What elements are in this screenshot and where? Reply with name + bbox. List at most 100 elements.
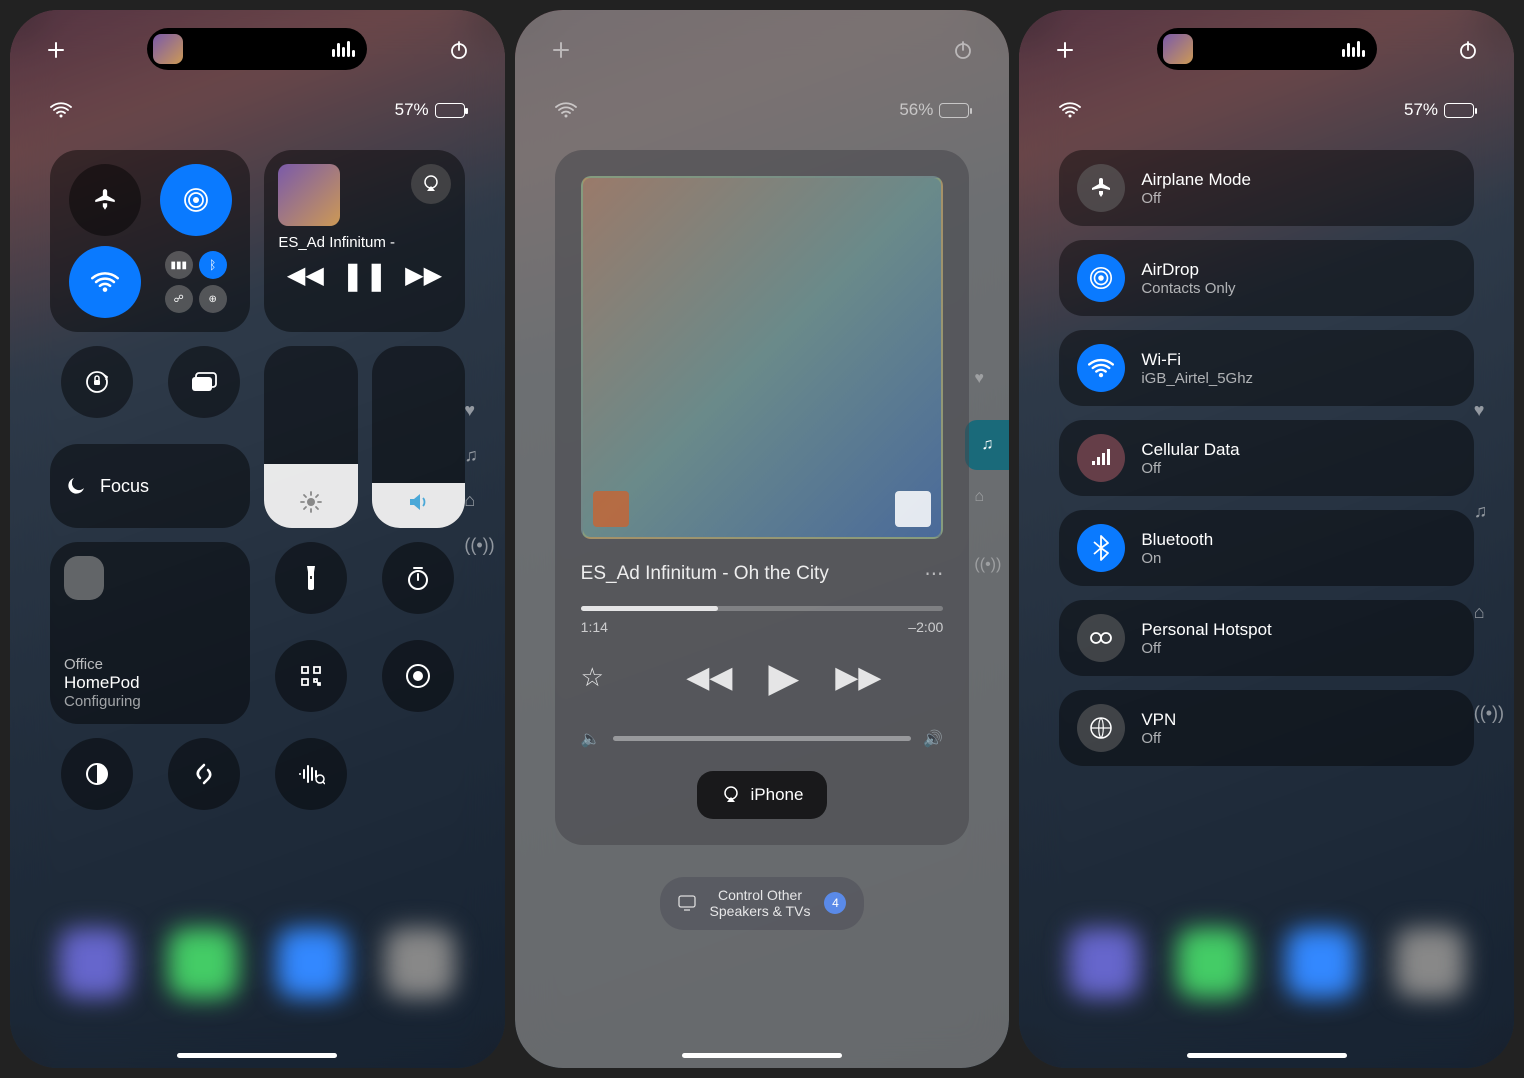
speaker-high-icon: 🔊 [923,729,943,749]
airdrop-toggle[interactable] [160,164,232,236]
cellular-row[interactable]: Cellular Data Off [1059,420,1474,496]
album-art-icon [278,164,340,226]
home-indicator[interactable] [1187,1053,1347,1058]
power-button[interactable] [1452,34,1484,66]
cellular-toggle[interactable]: ▮▮▮ [165,251,193,279]
play-button[interactable]: ▶ [768,655,799,701]
volume-slider[interactable] [372,346,465,528]
heart-icon: ♥ [464,400,494,421]
sound-recognition-button[interactable] [275,738,347,810]
screen-mirroring-button[interactable] [168,346,240,418]
prev-button[interactable]: ◀◀ [686,660,732,695]
prev-button[interactable]: ◀◀ [287,261,324,290]
qr-scanner-button[interactable] [275,640,347,712]
phone-screenshot-control-center: 57% ♥ ♫ ⌂ ((•)) ▮▮▮ [10,10,505,1068]
phone-screenshot-music-expanded: 56% ♫ ♥ ⌂ ((•)) ES_Ad Infinitum - Oh the… [515,10,1010,1068]
bluetooth-row[interactable]: Bluetooth On [1059,510,1474,586]
pause-button[interactable]: ❚❚ [341,259,388,292]
moon-icon [64,474,88,498]
vpn-icon [1077,704,1125,752]
bluetooth-icon [1077,524,1125,572]
row-title: Cellular Data [1141,440,1239,460]
scrubber[interactable] [581,606,944,611]
row-sub: Off [1141,460,1239,477]
battery-icon [939,103,969,118]
battery-percent: 57% [1404,100,1438,120]
connectivity-list: Airplane Mode Off AirDrop Contacts Only [1059,150,1474,766]
vpn-toggle[interactable]: ⊕ [199,285,227,313]
vpn-row[interactable]: VPN Off [1059,690,1474,766]
bluetooth-toggle[interactable]: ᛒ [199,251,227,279]
track-title: ES_Ad Infinitum - [278,234,450,251]
wifi-status-icon [555,102,577,118]
add-control-button[interactable] [1049,34,1081,66]
music-note-icon: ♫ [464,445,494,466]
home-indicator[interactable] [177,1053,337,1058]
row-sub: On [1141,550,1213,567]
flashlight-button[interactable] [275,542,347,614]
airplane-row[interactable]: Airplane Mode Off [1059,150,1474,226]
dark-mode-button[interactable] [61,738,133,810]
sun-icon [299,490,323,514]
brightness-slider[interactable] [264,346,357,528]
wifi-row[interactable]: Wi-Fi iGB_Airtel_5Ghz [1059,330,1474,406]
shazam-button[interactable] [168,738,240,810]
wifi-status-icon [1059,102,1081,118]
row-title: Bluetooth [1141,530,1213,550]
airplane-icon [1077,164,1125,212]
next-button[interactable]: ▶▶ [405,261,442,290]
orientation-lock-toggle[interactable] [61,346,133,418]
timer-button[interactable] [382,542,454,614]
battery-icon [1444,103,1474,118]
connectivity-tile[interactable]: ▮▮▮ ᛒ ☍ ⊕ [50,150,250,332]
more-button[interactable]: ⋯ [924,563,943,586]
track-title: ES_Ad Infinitum - Oh the City [581,563,829,585]
volume-slider[interactable]: 🔈 🔊 [581,729,944,749]
row-title: Wi-Fi [1141,350,1253,370]
row-title: Airplane Mode [1141,170,1251,190]
row-sub: iGB_Airtel_5Ghz [1141,370,1253,387]
heart-icon: ♥ [974,370,1001,388]
add-control-button[interactable] [545,34,577,66]
audio-output-button[interactable]: iPhone [697,771,828,819]
focus-button[interactable]: Focus [50,444,250,528]
hotspot-row[interactable]: Personal Hotspot Off [1059,600,1474,676]
row-sub: Off [1141,730,1176,747]
row-sub: Contacts Only [1141,280,1235,297]
favorite-button[interactable]: ☆ [581,662,604,693]
next-button[interactable]: ▶▶ [835,660,881,695]
airplay-button[interactable] [411,164,451,204]
hotspot-toggle[interactable]: ☍ [165,285,193,313]
output-label: iPhone [751,785,804,805]
row-title: VPN [1141,710,1176,730]
heart-icon: ♥ [1474,400,1504,421]
wifi-icon [1077,344,1125,392]
home-icon: ⌂ [464,490,494,511]
wifi-toggle[interactable] [69,246,141,318]
airplane-toggle[interactable] [69,164,141,236]
signal-icon: ((•)) [1474,703,1504,724]
music-tile[interactable]: ES_Ad Infinitum - ◀◀ ❚❚ ▶▶ [264,150,464,332]
time-remaining: –2:00 [908,619,943,635]
tv-icon [678,895,696,911]
battery-icon [435,103,465,118]
signal-icon: ((•)) [464,535,494,556]
row-sub: Off [1141,190,1251,207]
control-other-speakers-button[interactable]: Control Other Speakers & TVs 4 [660,877,865,931]
page-dots-side[interactable]: ♥ ♫ ⌂ ((•)) [1474,400,1504,724]
home-indicator[interactable] [682,1053,842,1058]
now-playing-panel: ES_Ad Infinitum - Oh the City ⋯ 1:14 –2:… [555,150,970,845]
power-button[interactable] [443,34,475,66]
home-tile[interactable]: Office HomePod Configuring [50,542,250,724]
home-status: Configuring [64,693,236,710]
album-art-large[interactable] [581,176,944,539]
row-title: AirDrop [1141,260,1235,280]
airplay-icon [721,785,741,805]
homepod-icon [64,556,104,600]
page-dots-side[interactable]: ♥ ♫ ⌂ ((•)) [464,400,494,556]
screen-record-button[interactable] [382,640,454,712]
airdrop-icon [1077,254,1125,302]
power-button[interactable] [947,34,979,66]
airdrop-row[interactable]: AirDrop Contacts Only [1059,240,1474,316]
add-control-button[interactable] [40,34,72,66]
